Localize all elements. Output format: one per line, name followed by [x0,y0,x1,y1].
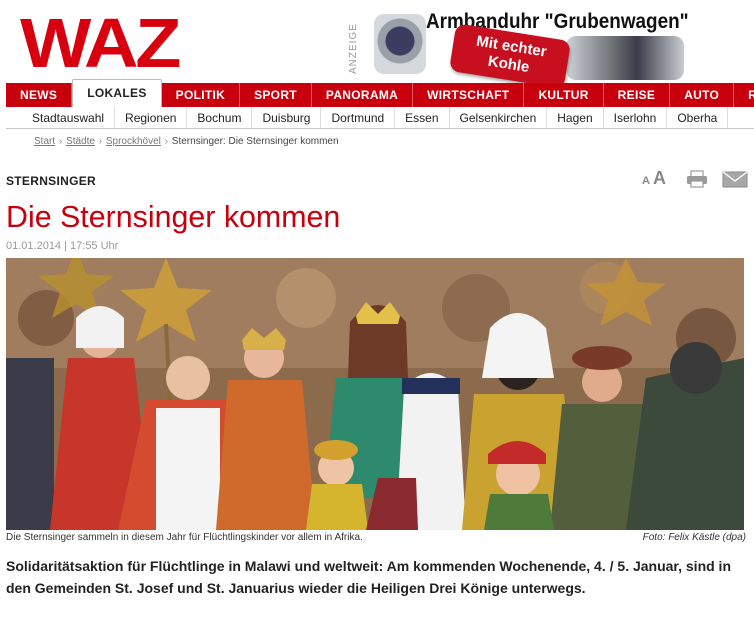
waz-logo[interactable]: WAZ [20,8,181,78]
nav-item-kultur[interactable]: KULTUR [524,83,604,107]
article-kicker: STERNSINGER [6,174,96,188]
envelope-icon[interactable] [722,171,748,188]
breadcrumb-separator: › [98,136,103,147]
watch-image [374,14,426,74]
breadcrumb-sprockhoevel[interactable]: Sprockhövel [106,136,161,147]
subnav-item-bochum[interactable]: Bochum [187,107,253,128]
article-title: Die Sternsinger kommen [6,199,341,234]
article-tools: A A [642,168,750,190]
breadcrumb-separator: › [164,136,169,147]
subnav-item-stadtauswahl[interactable]: Stadtauswahl [6,107,116,128]
nav-item-sport[interactable]: SPORT [240,83,312,107]
font-larger-button[interactable]: A [653,168,666,189]
subnav-item-iserlohn[interactable]: Iserlohn [604,107,668,128]
main-navigation: NEWS LOKALES POLITIK SPORT PANORAMA WIRT… [6,79,754,107]
subnav-item-regionen[interactable]: Regionen [115,107,188,128]
nav-item-ra[interactable]: RA [734,83,754,107]
nav-item-wirtschaft[interactable]: WIRTSCHAFT [413,83,525,107]
subnav-item-duisburg[interactable]: Duisburg [252,107,322,128]
site-header: WAZ ANZEIGE Armbanduhr "Grubenwagen" Mit… [0,0,754,89]
watch-image-2 [566,36,684,80]
nav-item-panorama[interactable]: PANORAMA [312,83,414,107]
advertisement-banner[interactable]: ANZEIGE Armbanduhr "Grubenwagen" Mit ech… [348,8,689,89]
breadcrumb: Start › Städte › Sprockhövel › Sternsing… [34,136,339,147]
photo-caption: Die Sternsinger sammeln in diesem Jahr f… [6,532,363,543]
nav-item-auto[interactable]: AUTO [670,83,735,107]
city-navigation: Stadtauswahl Regionen Bochum Duisburg Do… [6,107,754,129]
sternsinger-photo-illustration [6,258,744,530]
nav-item-lokales[interactable]: LOKALES [72,79,162,107]
breadcrumb-current: Sternsinger: Die Sternsinger kommen [171,136,339,147]
article-date: 01.01.2014 | 17:55 Uhr [6,240,119,252]
subnav-item-essen[interactable]: Essen [395,107,450,128]
breadcrumb-staedte[interactable]: Städte [66,136,95,147]
photo-credit: Foto: Felix Kästle (dpa) [642,532,746,543]
font-smaller-button[interactable]: A [642,175,650,187]
subnav-item-gelsenkirchen[interactable]: Gelsenkirchen [450,107,548,128]
article-lead: Solidaritätsaktion für Flüchtlinge in Ma… [6,558,731,596]
nav-item-news[interactable]: NEWS [6,83,73,107]
nav-item-reise[interactable]: REISE [604,83,671,107]
breadcrumb-start[interactable]: Start [34,136,55,147]
subnav-item-dortmund[interactable]: Dortmund [321,107,396,128]
ad-label: ANZEIGE [348,23,359,74]
article-photo[interactable] [6,258,744,530]
breadcrumb-separator: › [58,136,63,147]
printer-icon[interactable] [686,170,708,188]
subnav-item-hagen[interactable]: Hagen [547,107,604,128]
subnav-item-oberhausen[interactable]: Oberha [667,107,729,128]
nav-item-politik[interactable]: POLITIK [162,83,241,107]
